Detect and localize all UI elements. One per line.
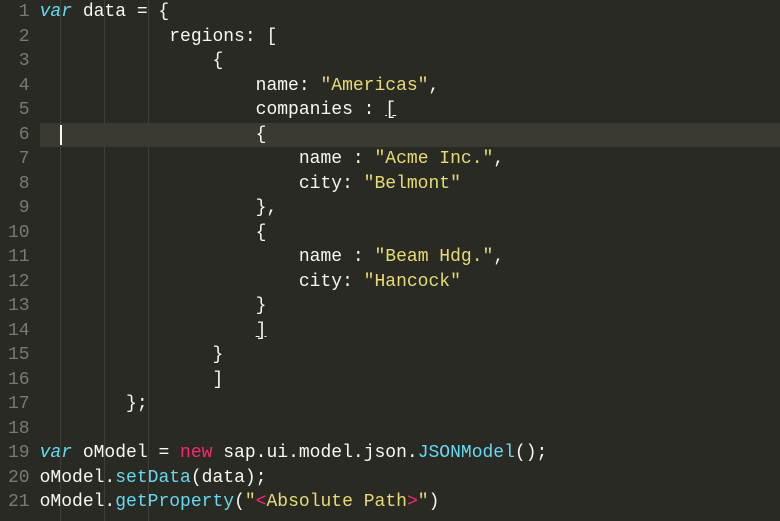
code-line[interactable]: }, [40,196,780,221]
line-number: 14 [8,319,30,344]
line-number: 15 [8,343,30,368]
code-line[interactable]: companies : [ [40,98,780,123]
line-number: 13 [8,294,30,319]
code-line[interactable]: ] [40,319,780,344]
code-line-current[interactable]: { [40,123,780,148]
code-line[interactable]: city: "Belmont" [40,172,780,197]
code-line[interactable]: oModel.getProperty("<Absolute Path>") [40,490,780,515]
line-number: 6 [8,123,30,148]
line-number: 4 [8,74,30,99]
cursor-icon [60,125,62,145]
line-number: 17 [8,392,30,417]
line-number: 3 [8,49,30,74]
code-line[interactable]: oModel.setData(data); [40,466,780,491]
line-number: 20 [8,466,30,491]
code-line[interactable]: } [40,294,780,319]
code-line[interactable]: name: "Americas", [40,74,780,99]
line-number: 16 [8,368,30,393]
line-number: 2 [8,25,30,50]
code-line[interactable]: }; [40,392,780,417]
code-line[interactable]: city: "Hancock" [40,270,780,295]
code-line[interactable]: var data = { [40,0,780,25]
code-line[interactable]: name : "Beam Hdg.", [40,245,780,270]
line-number: 1 [8,0,30,25]
line-number: 5 [8,98,30,123]
code-content[interactable]: var data = { regions: [ { name: "America… [40,0,780,521]
code-line[interactable]: regions: [ [40,25,780,50]
code-line[interactable]: ] [40,368,780,393]
line-number: 19 [8,441,30,466]
code-editor[interactable]: 1 2 3 4 5 6 7 8 9 10 11 12 13 14 15 16 1… [0,0,780,521]
code-line[interactable]: } [40,343,780,368]
code-line[interactable]: var oModel = new sap.ui.model.json.JSONM… [40,441,780,466]
line-number: 12 [8,270,30,295]
line-gutter: 1 2 3 4 5 6 7 8 9 10 11 12 13 14 15 16 1… [0,0,40,521]
code-line[interactable]: name : "Acme Inc.", [40,147,780,172]
line-number: 10 [8,221,30,246]
code-line[interactable]: { [40,221,780,246]
line-number: 11 [8,245,30,270]
line-number: 9 [8,196,30,221]
line-number: 8 [8,172,30,197]
code-line[interactable] [40,417,780,442]
line-number: 21 [8,490,30,515]
line-number: 7 [8,147,30,172]
line-number: 18 [8,417,30,442]
code-line[interactable]: { [40,49,780,74]
